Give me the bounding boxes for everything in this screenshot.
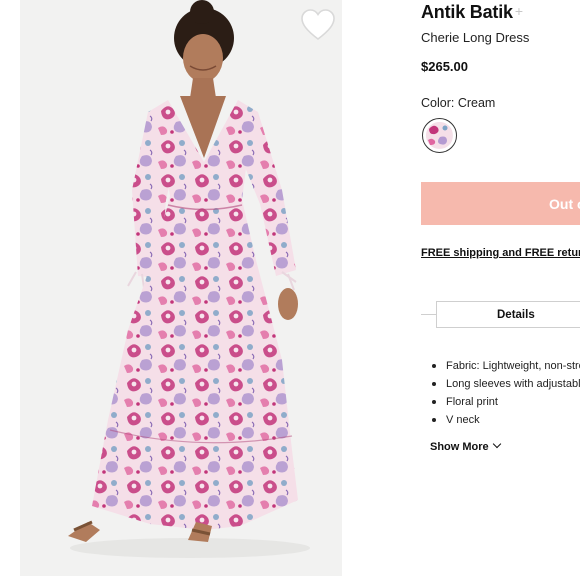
show-more-label: Show More <box>430 441 489 453</box>
tab-divider <box>421 314 437 315</box>
product-image[interactable] <box>20 0 342 576</box>
list-item: Fabric: Lightweight, non-stretch <box>432 357 580 375</box>
wishlist-button[interactable] <box>300 8 336 42</box>
list-item: Long sleeves with adjustable ties <box>432 375 580 393</box>
out-of-stock-button[interactable]: Out of Stock <box>421 182 580 225</box>
free-shipping-link[interactable]: FREE shipping and FREE returns <box>421 247 580 259</box>
product-price: $265.00 <box>421 59 468 74</box>
tab-details[interactable]: Details <box>436 301 580 328</box>
model-wearing-dress-image <box>68 0 310 558</box>
feature-list: Fabric: Lightweight, non-stretch Long sl… <box>432 357 580 429</box>
heart-outline-icon <box>301 9 335 41</box>
color-swatch-cream[interactable] <box>422 118 457 153</box>
color-label: Color: Cream <box>421 96 496 110</box>
show-more-button[interactable]: Show More <box>430 439 501 453</box>
brand-link[interactable]: Antik Batik <box>421 2 513 22</box>
chevron-down-icon <box>492 439 501 449</box>
product-page: Antik Batik + Cherie Long Dress $265.00 C… <box>0 0 580 580</box>
swatch-print-preview <box>426 122 453 149</box>
list-item: V neck <box>432 411 580 429</box>
product-name: Cherie Long Dress <box>421 30 530 45</box>
list-item: Floral print <box>432 393 580 411</box>
plus-icon[interactable]: + <box>515 3 523 19</box>
brand-row: Antik Batik + <box>421 2 523 23</box>
